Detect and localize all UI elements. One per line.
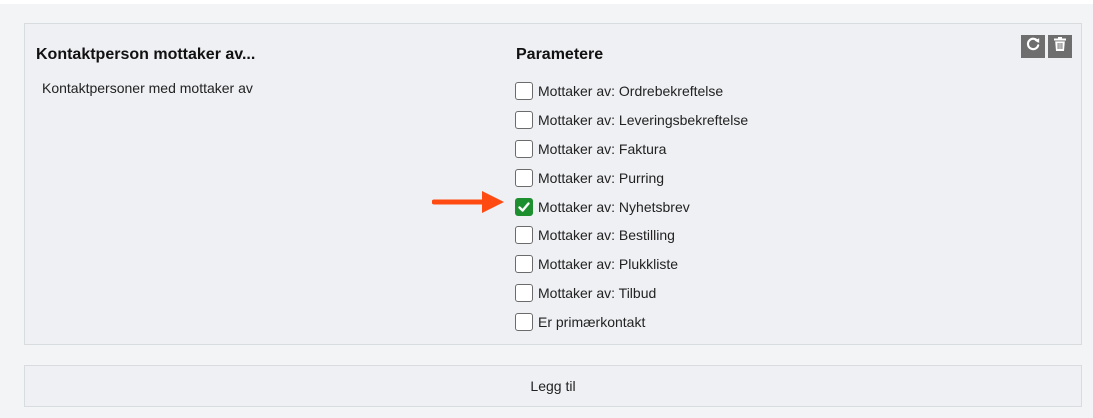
- parameter-list: Mottaker av: Ordrebekreftelse Mottaker a…: [515, 77, 748, 336]
- card-description: Kontaktpersoner med mottaker av: [42, 80, 253, 96]
- parameter-label: Mottaker av: Nyhetsbrev: [538, 198, 690, 215]
- add-button-label: Legg til: [530, 378, 576, 394]
- delete-button[interactable]: [1048, 35, 1072, 58]
- parameter-checkbox[interactable]: [515, 312, 533, 331]
- parameter-checkbox[interactable]: [515, 226, 533, 245]
- parameter-label: Mottaker av: Faktura: [538, 140, 667, 157]
- parameter-item[interactable]: Mottaker av: Faktura: [515, 135, 748, 164]
- parameter-checkbox[interactable]: [515, 197, 533, 216]
- add-button[interactable]: Legg til: [24, 365, 1082, 407]
- parameter-item[interactable]: Er primærkontakt: [515, 307, 748, 336]
- annotation-arrow: [432, 191, 504, 213]
- card-title: Kontaktperson mottaker av...: [36, 46, 256, 63]
- parameter-item[interactable]: Mottaker av: Bestilling: [515, 221, 748, 250]
- parameter-item[interactable]: Mottaker av: Nyhetsbrev: [515, 192, 748, 221]
- parameter-item[interactable]: Mottaker av: Ordrebekreftelse: [515, 77, 748, 106]
- parameter-label: Mottaker av: Ordrebekreftelse: [538, 83, 724, 100]
- parameter-item[interactable]: Mottaker av: Leveringsbekreftelse: [515, 106, 748, 135]
- parameter-checkbox[interactable]: [515, 139, 533, 158]
- refresh-button[interactable]: [1021, 35, 1045, 58]
- parameter-label: Mottaker av: Purring: [538, 169, 665, 186]
- parameter-label: Mottaker av: Leveringsbekreftelse: [538, 112, 749, 129]
- refresh-icon: [1025, 36, 1041, 57]
- top-strip: [0, 0, 1093, 4]
- contact-recipient-card: Kontaktperson mottaker av... Kontaktpers…: [24, 23, 1082, 345]
- page: Kontaktperson mottaker av... Kontaktpers…: [0, 0, 1093, 418]
- parameter-label: Mottaker av: Bestilling: [538, 227, 675, 244]
- parameter-item[interactable]: Mottaker av: Purring: [515, 163, 748, 192]
- parameter-checkbox[interactable]: [515, 168, 533, 187]
- parameter-item[interactable]: Mottaker av: Tilbud: [515, 279, 748, 308]
- parameter-checkbox[interactable]: [515, 283, 533, 302]
- parameters-title: Parametere: [516, 46, 604, 63]
- parameter-label: Mottaker av: Tilbud: [538, 284, 657, 301]
- parameter-checkbox[interactable]: [515, 82, 533, 101]
- parameter-checkbox[interactable]: [515, 111, 533, 130]
- checkmark-icon: [518, 201, 530, 212]
- parameter-label: Mottaker av: Plukkliste: [538, 256, 679, 273]
- parameter-checkbox[interactable]: [515, 255, 533, 274]
- parameter-item[interactable]: Mottaker av: Plukkliste: [515, 250, 748, 279]
- trash-icon: [1053, 36, 1067, 57]
- parameter-label: Er primærkontakt: [538, 313, 646, 330]
